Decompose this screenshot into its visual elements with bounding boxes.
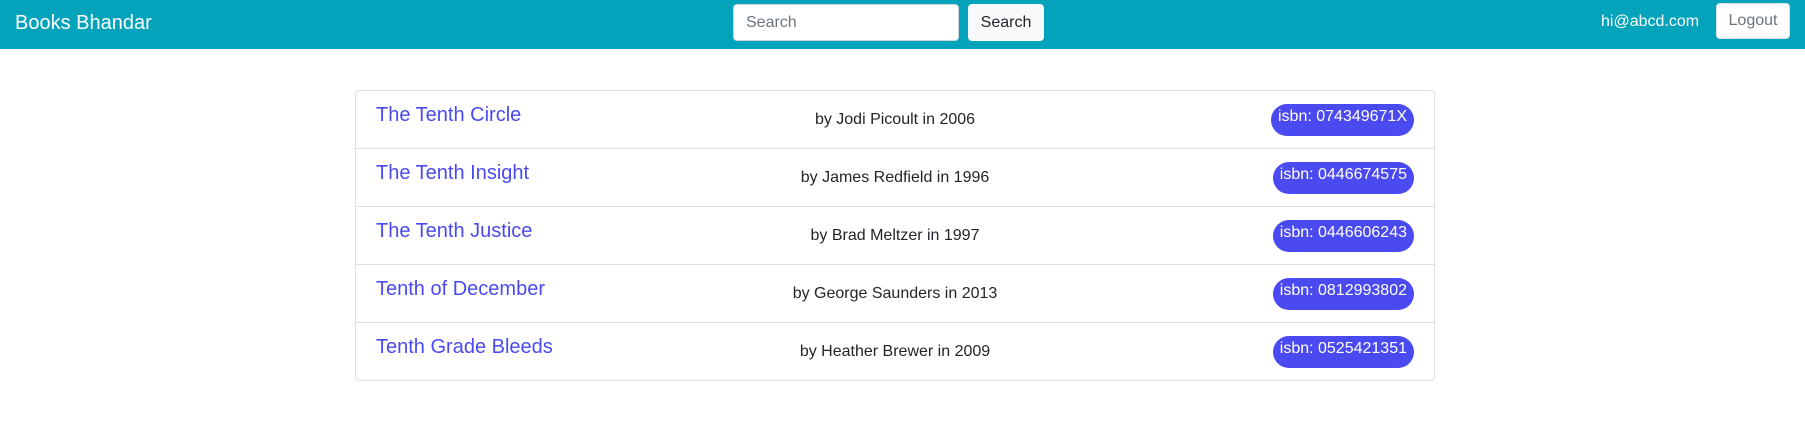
user-email: hi@abcd.com: [1601, 13, 1700, 30]
book-list-item: The Tenth Circle by Jodi Picoult in 2006…: [356, 91, 1434, 148]
book-list-item: The Tenth Insight by James Redfield in 1…: [356, 148, 1434, 206]
isbn-badge: isbn: 0525421351: [1272, 336, 1414, 368]
book-title-link[interactable]: The Tenth Justice: [376, 219, 532, 243]
logout-button[interactable]: Logout: [1716, 3, 1790, 39]
book-title-link[interactable]: The Tenth Insight: [376, 161, 529, 185]
book-list-item: The Tenth Justice by Brad Meltzer in 199…: [356, 206, 1434, 264]
search-button[interactable]: Search: [968, 4, 1044, 41]
isbn-badge: isbn: 074349671X: [1271, 104, 1414, 136]
book-list: The Tenth Circle by Jodi Picoult in 2006…: [355, 90, 1435, 381]
top-navbar: Books Bhandar Search hi@abcd.com Logout: [0, 0, 1805, 49]
brand-logo-text[interactable]: Books Bhandar: [15, 11, 152, 35]
book-title-link[interactable]: The Tenth Circle: [376, 103, 521, 127]
book-title-link[interactable]: Tenth Grade Bleeds: [376, 335, 553, 359]
isbn-badge: isbn: 0446606243: [1272, 220, 1414, 252]
isbn-badge: isbn: 0812993802: [1272, 278, 1414, 310]
search-input[interactable]: [733, 4, 959, 41]
book-list-item: Tenth of December by George Saunders in …: [356, 264, 1434, 322]
book-list-item: Tenth Grade Bleeds by Heather Brewer in …: [356, 322, 1434, 380]
book-title-link[interactable]: Tenth of December: [376, 277, 545, 301]
isbn-badge: isbn: 0446674575: [1272, 162, 1414, 194]
